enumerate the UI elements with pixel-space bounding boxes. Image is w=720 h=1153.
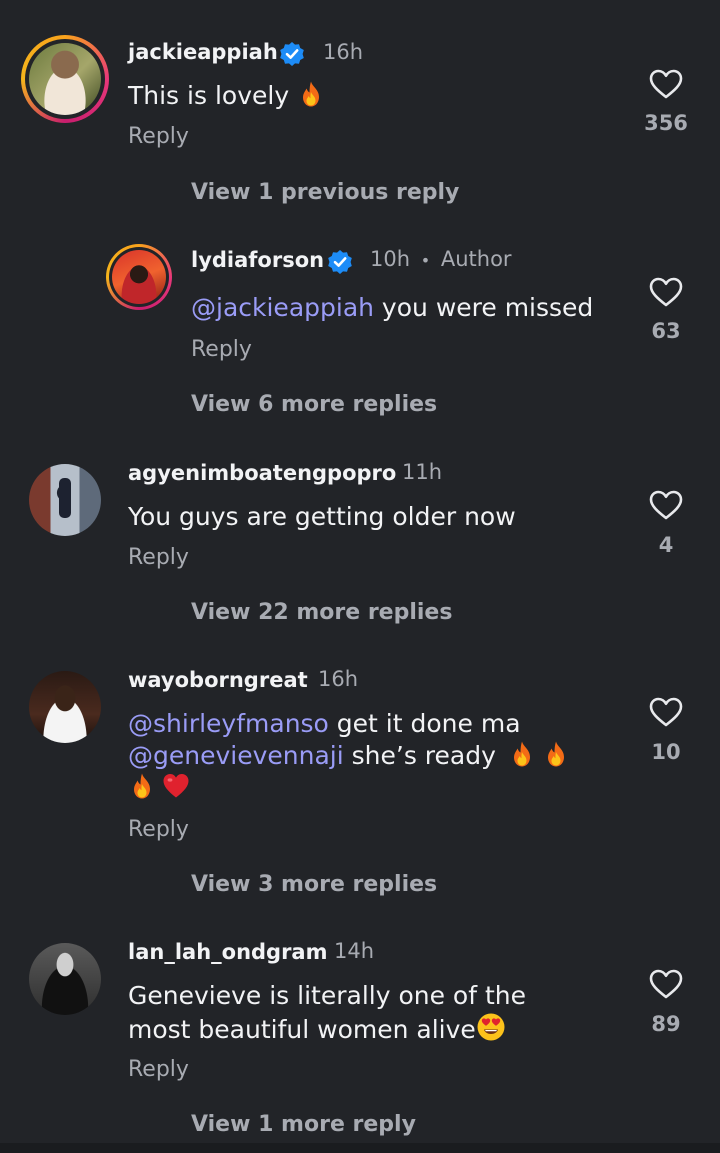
comment-text: @jackieappiah you were missed <box>191 293 594 322</box>
heart-eyes-emoji <box>476 1012 506 1042</box>
reply-button[interactable]: Reply <box>128 1057 189 1082</box>
avatar[interactable] <box>29 943 101 1015</box>
comment-username[interactable]: jackieappiah <box>128 40 278 64</box>
reply-button[interactable]: Reply <box>128 124 189 149</box>
avatar[interactable] <box>29 671 101 743</box>
comment-timestamp: 16h <box>318 667 359 691</box>
like-count: 4 <box>658 533 674 557</box>
view-replies-link[interactable]: View 3 more replies <box>191 872 437 897</box>
reply-button[interactable]: Reply <box>191 337 252 362</box>
comment-text: most beautiful women alive <box>128 1012 506 1046</box>
comment-text: @shirleyfmanso get it done ma <box>128 709 521 738</box>
avatar[interactable] <box>29 464 101 536</box>
separator-dot: • <box>420 251 431 270</box>
heart-outline-icon[interactable] <box>649 969 683 999</box>
like-count: 89 <box>651 1012 681 1036</box>
fire-emoji <box>297 80 325 108</box>
mention-link[interactable]: @shirleyfmanso <box>128 709 329 738</box>
comment-timestamp: 14h <box>334 939 375 963</box>
view-replies-link[interactable]: View 1 previous reply <box>191 180 459 205</box>
avatar <box>29 43 101 115</box>
mention-link[interactable]: @genevievennaji <box>128 741 344 770</box>
verified-badge-icon <box>279 41 305 67</box>
like-count: 10 <box>651 740 681 764</box>
view-replies-link[interactable]: View 22 more replies <box>191 600 452 625</box>
comment-timestamp: 16h <box>323 40 364 64</box>
fire-emoji <box>508 740 536 768</box>
like-count: 356 <box>644 111 688 135</box>
comment-username[interactable]: lan_lah_ondgram <box>128 940 328 964</box>
heart-outline-icon[interactable] <box>649 69 683 99</box>
fire-emoji <box>542 740 570 768</box>
heart-outline-icon[interactable] <box>649 277 683 307</box>
like-count: 63 <box>651 319 681 343</box>
comment-text: @genevievennaji she’s ready <box>128 740 570 772</box>
avatar-story-ring[interactable] <box>106 244 172 310</box>
mention-link[interactable]: @jackieappiah <box>191 293 374 322</box>
comment-text: This is lovely <box>128 80 325 112</box>
comment-username[interactable]: wayoborngreat <box>128 668 308 692</box>
comment-username[interactable]: agyenimboatengpopro <box>128 461 396 485</box>
author-label: Author <box>440 247 512 271</box>
reply-button[interactable]: Reply <box>128 817 189 842</box>
view-replies-link[interactable]: View 1 more reply <box>191 1112 416 1137</box>
verified-badge-icon <box>327 249 353 275</box>
bottom-divider <box>0 1143 720 1153</box>
red-heart-emoji <box>162 772 190 800</box>
heart-outline-icon[interactable] <box>649 490 683 520</box>
reply-button[interactable]: Reply <box>128 545 189 570</box>
comment-timestamp: 10h • Author <box>370 247 512 271</box>
comment-text <box>128 772 190 804</box>
avatar <box>112 250 166 304</box>
avatar-story-ring[interactable] <box>21 35 109 123</box>
comment-timestamp: 11h <box>402 460 443 484</box>
comment-text: Genevieve is literally one of the <box>128 981 526 1010</box>
comment-text: You guys are getting older now <box>128 502 516 531</box>
fire-emoji <box>128 772 156 800</box>
heart-outline-icon[interactable] <box>649 697 683 727</box>
view-replies-link[interactable]: View 6 more replies <box>191 392 437 417</box>
comment-username[interactable]: lydiaforson <box>191 248 324 272</box>
